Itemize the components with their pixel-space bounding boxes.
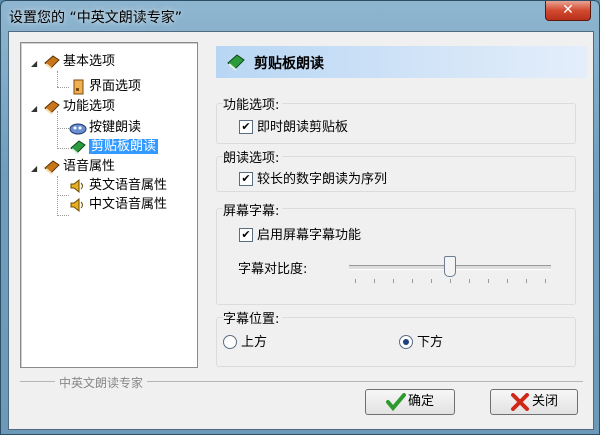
- tree-connector: [57, 87, 69, 88]
- function-options-label: 功能选项:: [223, 94, 283, 113]
- tree-item-key-reading[interactable]: 按键朗读: [69, 119, 141, 137]
- book-icon: [43, 54, 61, 70]
- panel-title: 剪贴板朗读: [254, 56, 324, 72]
- close-button[interactable]: 关闭: [490, 389, 578, 415]
- radio-icon: [399, 334, 413, 349]
- slider-tick: [488, 279, 489, 283]
- collapse-toggle-icon[interactable]: ◢: [31, 60, 39, 68]
- tree-item-voice[interactable]: 语音属性: [43, 158, 115, 176]
- options-tree[interactable]: ◢ 基本选项 界面选项 ◢ 功能选项 按键朗读 剪贴板朗读 ◢ 语音属性 英文语…: [20, 42, 198, 368]
- tree-connector: [57, 215, 69, 216]
- tree-item-chinese-voice[interactable]: 中文语音属性: [69, 196, 167, 214]
- keyboard-icon: [69, 120, 87, 136]
- enable-subtitle-checkbox[interactable]: ✔ 启用屏幕字幕功能: [239, 227, 361, 245]
- window-close-button[interactable]: ✕: [545, 1, 591, 21]
- title-bar[interactable]: 设置您的 “中英文朗读专家” ✕: [1, 1, 599, 31]
- position-bottom-radio[interactable]: 下方: [399, 334, 443, 352]
- checkmark-icon: ✔: [239, 171, 253, 186]
- radio-icon: [223, 334, 237, 349]
- panel-header: 剪贴板朗读: [216, 46, 587, 78]
- tree-connector: [57, 176, 58, 216]
- tree-item-clipboard-reading[interactable]: 剪贴板朗读: [69, 138, 159, 156]
- checkmark-icon: ✔: [239, 119, 253, 134]
- screen-subtitle-label: 屏幕字幕:: [223, 200, 283, 219]
- instant-clipboard-checkbox[interactable]: ✔ 即时朗读剪贴板: [239, 119, 348, 137]
- settings-window: 设置您的 “中英文朗读专家” ✕ ◢ 基本选项 界面选项 ◢ 功能选项 按键朗读…: [0, 0, 600, 435]
- slider-tick: [374, 279, 375, 283]
- slider-tick: [507, 279, 508, 283]
- page-icon: [69, 79, 87, 95]
- green-book-icon: [69, 139, 87, 155]
- tree-connector: [57, 128, 69, 129]
- tree-connector: [57, 71, 58, 87]
- slider-tick: [469, 279, 470, 283]
- checkmark-icon: [385, 392, 406, 411]
- dialog-body: ◢ 基本选项 界面选项 ◢ 功能选项 按键朗读 剪贴板朗读 ◢ 语音属性 英文语…: [8, 31, 594, 430]
- slider-tick: [545, 279, 546, 283]
- red-x-icon: [510, 392, 530, 411]
- contrast-label: 字幕对比度:: [238, 262, 308, 277]
- book-icon: [43, 99, 61, 115]
- tree-item-function[interactable]: 功能选项: [43, 98, 115, 116]
- collapse-toggle-icon[interactable]: ◢: [31, 165, 39, 173]
- position-top-radio[interactable]: 上方: [223, 334, 267, 352]
- tree-connector: [57, 148, 69, 149]
- slider-tick: [431, 279, 432, 283]
- slider-tick: [393, 279, 394, 283]
- tree-item-interface[interactable]: 界面选项: [69, 78, 141, 96]
- slider-tick: [526, 279, 527, 283]
- tree-connector: [57, 195, 69, 196]
- checkmark-icon: ✔: [239, 227, 253, 242]
- ok-button[interactable]: 确定: [365, 389, 455, 415]
- screen-subtitle-group: [216, 208, 576, 305]
- slider-tick: [412, 279, 413, 283]
- collapse-toggle-icon[interactable]: ◢: [31, 105, 39, 113]
- tree-item-basic[interactable]: 基本选项: [43, 53, 115, 71]
- subtitle-position-label: 字幕位置:: [223, 308, 283, 327]
- footer-brand-text: 中英文朗读专家: [55, 374, 148, 391]
- slider-tick: [450, 279, 451, 283]
- book-icon: [43, 159, 61, 175]
- window-title: 设置您的 “中英文朗读专家”: [9, 10, 182, 26]
- reading-options-label: 朗读选项:: [223, 147, 283, 166]
- speaker-icon: [69, 178, 87, 194]
- green-book-icon: [226, 53, 246, 71]
- tree-connector: [57, 111, 58, 149]
- speaker-icon: [69, 197, 87, 213]
- footer-divider: 中英文朗读专家: [20, 374, 583, 391]
- tree-item-english-voice[interactable]: 英文语音属性: [69, 177, 167, 195]
- number-sequence-checkbox[interactable]: ✔ 较长的数字朗读为序列: [239, 171, 387, 189]
- contrast-slider-thumb[interactable]: [444, 256, 456, 277]
- slider-tick: [355, 279, 356, 283]
